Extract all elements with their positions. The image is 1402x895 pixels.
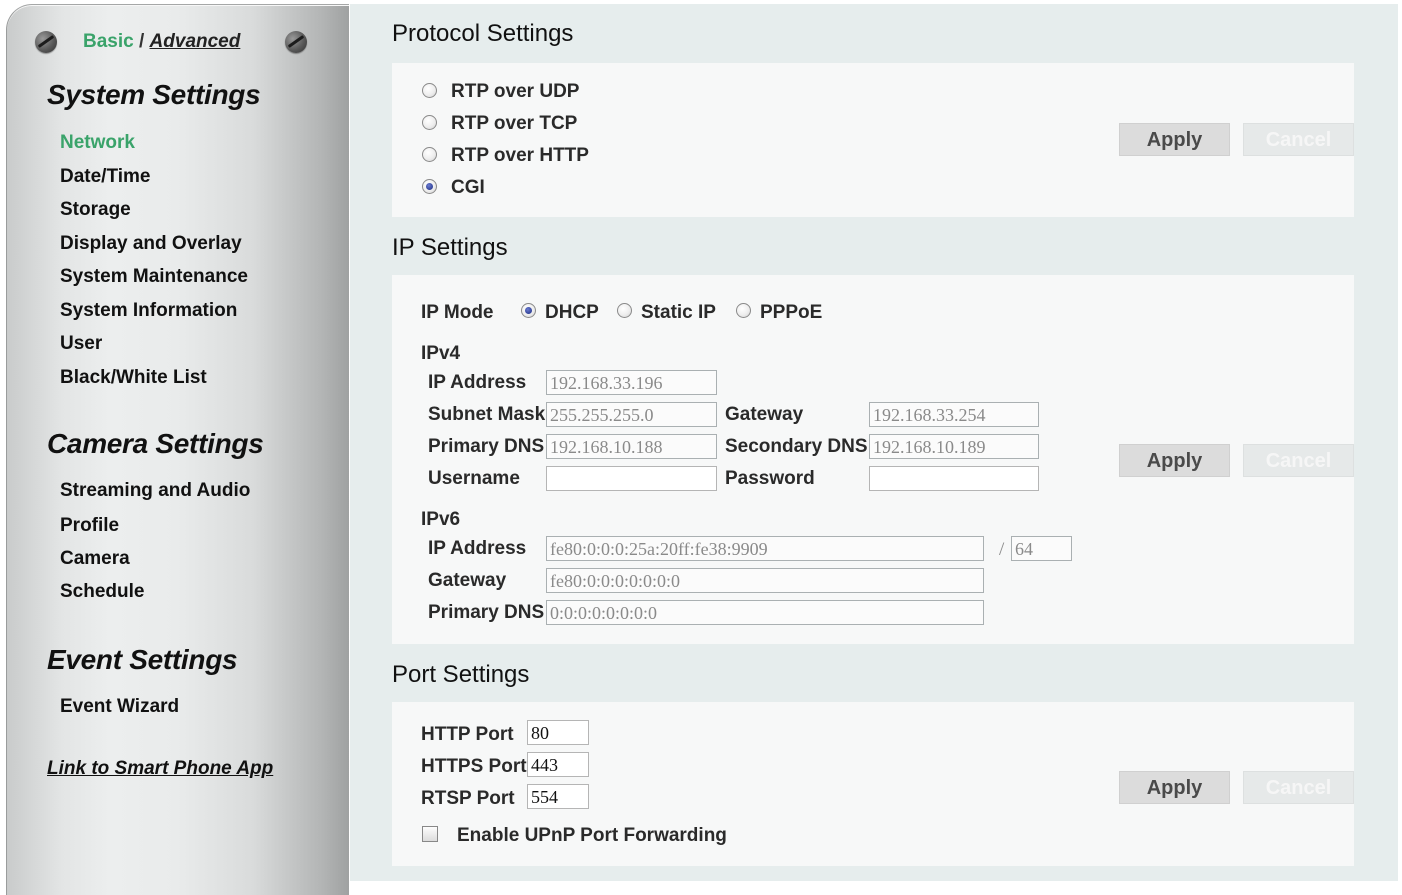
mode-switch: Basic / Advanced <box>83 31 240 53</box>
port-cancel-button[interactable]: Cancel <box>1243 771 1354 804</box>
protocol-radio-rtp-http[interactable] <box>422 147 437 162</box>
camera-settings-heading: Camera Settings <box>47 428 264 459</box>
ipv6-heading: IPv6 <box>421 509 461 530</box>
ipv6-gateway-field[interactable]: fe80:0:0:0:0:0:0:0 <box>546 568 984 593</box>
subnet-mask-label: Subnet Mask <box>428 404 546 425</box>
https-port-label: HTTPS Port <box>421 756 527 777</box>
ipv6-primary-dns-field[interactable]: 0:0:0:0:0:0:0:0 <box>546 600 984 625</box>
username-field[interactable] <box>546 466 717 491</box>
port-settings-panel: HTTP Port 80 HTTPS Port 443 RTSP Port 55… <box>392 702 1354 866</box>
sidebar-item-camera[interactable]: Camera <box>60 548 130 570</box>
ipv6-prefix-separator: / <box>999 539 1005 560</box>
http-port-label: HTTP Port <box>421 724 514 745</box>
primary-dns-label: Primary DNS <box>428 436 545 457</box>
protocol-apply-button[interactable]: Apply <box>1119 123 1230 156</box>
password-field[interactable] <box>869 466 1039 491</box>
advanced-mode-link[interactable]: Advanced <box>150 31 241 52</box>
basic-mode-link[interactable]: Basic <box>83 31 134 52</box>
ipv6-gateway-label: Gateway <box>428 570 507 591</box>
ip-mode-option-label: Static IP <box>641 302 716 323</box>
ip-settings-panel: IP Mode DHCP Static IP PPPoE IPv4 IP Add… <box>392 275 1354 644</box>
sidebar-item-user[interactable]: User <box>60 333 102 355</box>
port-settings-title: Port Settings <box>392 661 530 688</box>
ip-mode-option-label: PPPoE <box>760 302 823 323</box>
ipv4-gateway-field[interactable]: 192.168.33.254 <box>869 402 1039 427</box>
protocol-option-label: RTP over HTTP <box>451 145 589 166</box>
sidebar-item-schedule[interactable]: Schedule <box>60 581 144 603</box>
ipv4-heading: IPv4 <box>421 343 461 364</box>
sidebar-item-system-information[interactable]: System Information <box>60 300 237 322</box>
sidebar-item-display-overlay[interactable]: Display and Overlay <box>60 233 242 255</box>
mode-separator: / <box>138 31 145 52</box>
http-port-field[interactable]: 80 <box>527 720 589 745</box>
protocol-settings-title: Protocol Settings <box>392 20 574 47</box>
secondary-dns-label: Secondary DNS <box>725 436 868 457</box>
sidebar-item-profile[interactable]: Profile <box>60 515 119 537</box>
ip-mode-option-label: DHCP <box>545 302 599 323</box>
ip-cancel-button[interactable]: Cancel <box>1243 444 1354 477</box>
ip-apply-button[interactable]: Apply <box>1119 444 1230 477</box>
password-label: Password <box>725 468 815 489</box>
protocol-option-label: RTP over TCP <box>451 113 578 134</box>
upnp-label: Enable UPnP Port Forwarding <box>457 825 727 846</box>
sidebar-item-system-maintenance[interactable]: System Maintenance <box>60 266 248 288</box>
protocol-radio-cgi[interactable] <box>422 179 437 194</box>
username-label: Username <box>428 468 520 489</box>
ipv4-address-field[interactable]: 192.168.33.196 <box>546 370 717 395</box>
screw-icon <box>285 31 307 53</box>
screw-icon <box>35 31 57 53</box>
port-apply-button[interactable]: Apply <box>1119 771 1230 804</box>
protocol-option-label: CGI <box>451 177 485 198</box>
protocol-radio-rtp-tcp[interactable] <box>422 115 437 130</box>
ipv4-gateway-label: Gateway <box>725 404 804 425</box>
ip-mode-radio-dhcp[interactable] <box>521 303 536 318</box>
upnp-checkbox[interactable] <box>422 826 438 842</box>
ipv6-prefix-field[interactable]: 64 <box>1011 536 1072 561</box>
smart-phone-app-link[interactable]: Link to Smart Phone App <box>47 758 273 780</box>
https-port-field[interactable]: 443 <box>527 752 589 777</box>
ip-settings-title: IP Settings <box>392 234 508 261</box>
sidebar-item-storage[interactable]: Storage <box>60 199 131 221</box>
protocol-settings-panel: RTP over UDP RTP over TCP RTP over HTTP … <box>392 63 1354 217</box>
sidebar-item-date-time[interactable]: Date/Time <box>60 166 150 188</box>
sidebar: Basic / Advanced System Settings Network… <box>6 4 349 895</box>
sidebar-item-streaming-audio[interactable]: Streaming and Audio <box>60 480 250 502</box>
event-settings-heading: Event Settings <box>47 644 238 675</box>
ip-mode-radio-static[interactable] <box>617 303 632 318</box>
ip-mode-radio-pppoe[interactable] <box>736 303 751 318</box>
ipv6-primary-dns-label: Primary DNS <box>428 602 545 623</box>
primary-dns-field[interactable]: 192.168.10.188 <box>546 434 717 459</box>
protocol-radio-rtp-udp[interactable] <box>422 83 437 98</box>
sidebar-item-black-white-list[interactable]: Black/White List <box>60 367 207 389</box>
rtsp-port-field[interactable]: 554 <box>527 784 589 809</box>
subnet-mask-field[interactable]: 255.255.255.0 <box>546 402 717 427</box>
ipv6-address-label: IP Address <box>428 538 527 559</box>
system-settings-heading: System Settings <box>47 79 261 110</box>
rtsp-port-label: RTSP Port <box>421 788 515 809</box>
protocol-option-label: RTP over UDP <box>451 81 580 102</box>
ip-mode-label: IP Mode <box>421 302 494 323</box>
sidebar-item-event-wizard[interactable]: Event Wizard <box>60 696 179 718</box>
ipv6-address-field[interactable]: fe80:0:0:0:25a:20ff:fe38:9909 <box>546 536 984 561</box>
sidebar-item-network[interactable]: Network <box>60 132 135 154</box>
main-content: Protocol Settings RTP over UDP RTP over … <box>350 4 1398 881</box>
secondary-dns-field[interactable]: 192.168.10.189 <box>869 434 1039 459</box>
ipv4-address-label: IP Address <box>428 372 527 393</box>
protocol-cancel-button[interactable]: Cancel <box>1243 123 1354 156</box>
